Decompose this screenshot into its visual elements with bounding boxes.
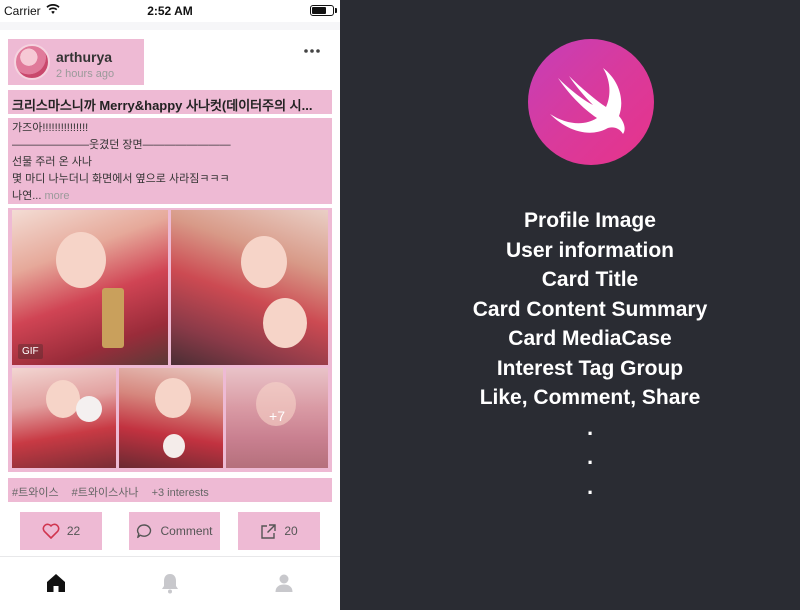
media-image[interactable] [12,368,116,468]
post-card: arthurya 2 hours ago 크리스마스니까 Merry&happy… [0,30,340,556]
ellipsis-dot: . [586,473,594,499]
share-icon [261,523,277,539]
content-truncated-text: 나연... [12,190,42,202]
feature-item: User information [505,238,675,262]
bell-icon [162,574,178,594]
photo-subject [102,288,124,348]
photo-subject [155,378,191,418]
media-image-more[interactable]: +7 [226,368,328,468]
more-media-count: +7 [269,408,285,424]
phone-screen: Carrier 2:52 AM arthurya 2 hours ago 크리스… [0,0,340,610]
media-image-gif[interactable]: GIF [12,210,168,365]
swift-logo [528,39,654,165]
card-content-summary[interactable]: 가즈아!!!!!!!!!!!!!!! ———————웃겼던 장면————————… [8,118,332,204]
tab-bar [0,556,340,610]
info-panel: Profile Image User information Card Titl… [340,0,800,610]
photo-subject [76,396,102,422]
content-line: 가즈아!!!!!!!!!!!!!!! [12,122,89,134]
ellipsis-icon [304,49,320,53]
content-line: 몇 마디 나누더니 화면에서 옆으로 사라짐ㅋㅋㅋ [12,173,230,185]
tab-home[interactable] [44,571,68,597]
content-line: 선물 주러 온 사나 [12,156,93,168]
tab-notifications[interactable] [158,571,182,597]
person-icon [275,574,293,592]
gif-badge: GIF [18,344,43,359]
home-icon [47,574,65,592]
feature-item: Profile Image [524,209,656,232]
heart-icon [42,523,60,539]
feature-item: Interest Tag Group [496,356,684,380]
ellipsis-dot: . [586,414,594,440]
more-link[interactable]: more [44,190,69,202]
comment-button[interactable]: Comment [129,512,220,550]
like-button[interactable]: 22 [20,512,102,550]
photo-subject [46,380,80,418]
interest-tag-group: #트와이스 #트와이스사나 +3 interests [8,478,332,502]
media-image[interactable] [119,368,223,468]
status-bar: Carrier 2:52 AM [0,0,340,22]
photo-subject [241,236,287,288]
feature-item: Card Title [541,268,639,291]
interest-tag[interactable]: #트와이스 [12,487,59,499]
share-button[interactable]: 20 [238,512,320,550]
battery-icon [310,5,334,16]
post-timestamp: 2 hours ago [56,68,115,80]
photo-subject [263,298,307,348]
feature-item: Card MediaCase [508,327,672,350]
user-information[interactable]: arthurya 2 hours ago [8,39,144,85]
card-media-case: GIF +7 [8,208,332,472]
avatar[interactable] [14,44,50,80]
comment-bubble-icon [137,524,152,539]
like-count: 22 [66,524,81,538]
feature-item: Like, Comment, Share [479,386,701,409]
ellipsis-dot: . [586,444,594,469]
interest-tag[interactable]: #트와이스사나 [72,487,139,499]
username[interactable]: arthurya [56,49,112,65]
photo-subject [56,232,106,288]
feature-item: Card Content Summary [472,297,708,321]
tab-profile[interactable] [272,571,296,597]
content-line-last: 나연... more [12,188,328,205]
media-image[interactable] [171,210,328,365]
battery-tip [335,8,337,13]
share-count: 20 [284,524,298,538]
feature-list: Profile Image User information Card Titl… [340,206,800,501]
more-options-button[interactable] [300,44,324,60]
swift-bird-icon [550,68,625,134]
clock: 2:52 AM [147,4,193,18]
more-interests[interactable]: +3 interests [152,487,209,499]
photo-subject [163,434,185,458]
card-title[interactable]: 크리스마스니까 Merry&happy 사나컷(데이터주의 시... [8,90,332,114]
comment-label: Comment [160,524,213,538]
content-line: ———————웃겼던 장면———————— [12,139,231,151]
